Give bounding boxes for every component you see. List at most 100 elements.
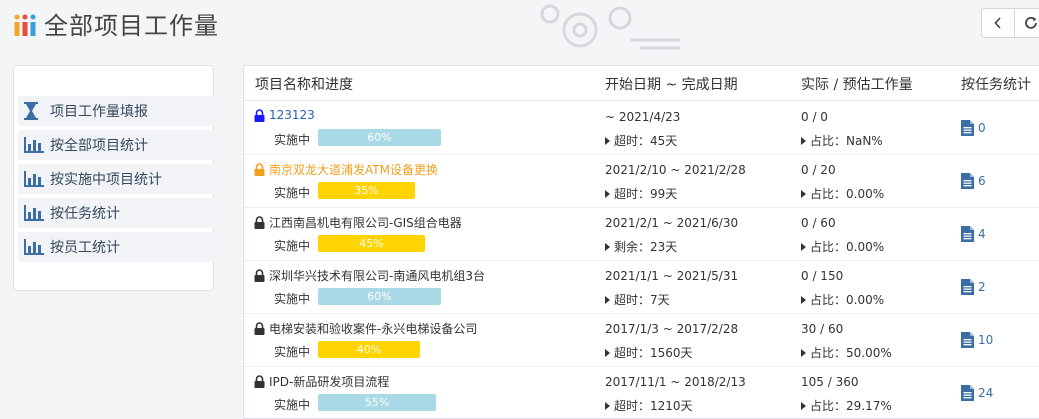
workload-value: 30 / 60 xyxy=(801,322,844,336)
project-name-cell[interactable]: 江西南昌机电有限公司-GIS组合电器 xyxy=(254,214,462,231)
progress-value: 60% xyxy=(367,290,392,303)
refresh-button[interactable] xyxy=(1014,8,1039,38)
lock-icon xyxy=(254,108,265,122)
workload-ratio: 占比：0.00% xyxy=(801,291,884,308)
project-name-cell[interactable]: 123123 xyxy=(254,108,315,122)
progress-value: 45% xyxy=(359,237,384,250)
project-name-cell[interactable]: 电梯安装和验收案件-永兴电梯设备公司 xyxy=(254,320,477,337)
table-row: 电梯安装和验收案件-永兴电梯设备公司 实施中 40% 2017/1/3 ~ 20… xyxy=(244,313,1039,367)
workload-ratio-text: 占比：0.00% xyxy=(810,240,885,254)
sidebar: 项目工作量填报 按全部项目统计 按实施中项目统计 按任务统计 按员工统计 xyxy=(13,65,214,291)
progress-bar: 45% xyxy=(318,235,425,252)
sidebar-item-workload-entry[interactable]: 项目工作量填报 xyxy=(18,96,214,126)
caret-right-icon xyxy=(605,295,610,304)
task-count-link[interactable]: 6 xyxy=(961,173,986,189)
time-status-text: 超时：1210天 xyxy=(614,399,693,413)
status-label: 实施中 xyxy=(274,345,311,359)
table-row: 深圳华兴技术有限公司-南通风电机组3台 实施中 60% 2021/1/1 ~ 2… xyxy=(244,260,1039,314)
bar-chart-icon xyxy=(24,170,46,188)
date-range: ~ 2021/4/23 xyxy=(605,110,681,124)
project-name-link[interactable]: 南京双龙大道浦发ATM设备更换 xyxy=(269,161,438,178)
workload-value: 105 / 360 xyxy=(801,375,859,389)
workload-ratio-text: 占比：0.00% xyxy=(810,293,885,307)
workload-ratio: 占比：NaN% xyxy=(801,132,883,149)
task-count-link[interactable]: 10 xyxy=(961,332,993,348)
caret-right-icon xyxy=(605,242,610,251)
workload-ratio-text: 占比：0.00% xyxy=(810,187,885,201)
refresh-icon xyxy=(1025,16,1037,29)
task-count-link[interactable]: 0 xyxy=(961,120,986,136)
sidebar-item-all-projects[interactable]: 按全部项目统计 xyxy=(18,130,214,160)
task-count-link[interactable]: 4 xyxy=(961,226,986,242)
sidebar-item-label: 项目工作量填报 xyxy=(50,104,148,120)
sidebar-item-label: 按任务统计 xyxy=(50,206,120,222)
time-status: 超时：1560天 xyxy=(605,344,693,361)
sidebar-item-by-employee[interactable]: 按员工统计 xyxy=(18,232,214,262)
caret-right-icon xyxy=(801,242,806,251)
gears-decoration xyxy=(540,4,680,50)
task-count-link[interactable]: 2 xyxy=(961,279,986,295)
stats-logo-icon xyxy=(14,14,36,36)
time-status: 剩余：23天 xyxy=(605,238,677,255)
caret-right-icon xyxy=(605,401,610,410)
caret-right-icon xyxy=(801,189,806,198)
progress-value: 55% xyxy=(364,396,390,409)
column-header-workload: 实际 / 预估工作量 xyxy=(801,77,913,93)
hourglass-icon xyxy=(24,102,46,120)
project-name-link[interactable]: 电梯安装和验收案件-永兴电梯设备公司 xyxy=(269,320,477,337)
task-count[interactable]: 24 xyxy=(978,386,993,400)
time-status: 超时：7天 xyxy=(605,291,670,308)
progress-bar: 35% xyxy=(318,182,415,199)
sidebar-item-active-projects[interactable]: 按实施中项目统计 xyxy=(18,164,214,194)
column-header-tasks: 按任务统计 xyxy=(961,77,1031,93)
workload-ratio-text: 占比：29.17% xyxy=(810,399,892,413)
sidebar-item-by-task[interactable]: 按任务统计 xyxy=(18,198,214,228)
task-count[interactable]: 0 xyxy=(978,121,986,135)
project-workload-table: 项目名称和进度 开始日期 ~ 完成日期 实际 / 预估工作量 按任务统计 123… xyxy=(243,65,1039,419)
status-label: 实施中 xyxy=(274,398,311,412)
caret-right-icon xyxy=(801,348,806,357)
time-status-text: 超时：45天 xyxy=(614,134,678,148)
sidebar-item-label: 按全部项目统计 xyxy=(50,138,148,154)
project-name-cell[interactable]: 南京双龙大道浦发ATM设备更换 xyxy=(254,161,438,178)
project-name-link[interactable]: 深圳华兴技术有限公司-南通风电机组3台 xyxy=(269,267,485,284)
date-range: 2017/11/1 ~ 2018/2/13 xyxy=(605,375,746,389)
chevron-left-icon xyxy=(994,17,1001,29)
task-count-link[interactable]: 24 xyxy=(961,385,993,401)
time-status-text: 超时：99天 xyxy=(614,187,678,201)
task-count[interactable]: 10 xyxy=(978,333,993,347)
progress-value: 60% xyxy=(367,131,392,144)
progress-bar: 60% xyxy=(318,288,441,305)
lock-icon xyxy=(254,322,265,335)
date-range: 2021/2/10 ~ 2021/2/28 xyxy=(605,163,746,177)
bar-chart-icon xyxy=(24,136,46,154)
workload-ratio: 占比：0.00% xyxy=(801,185,884,202)
workload-value: 0 / 150 xyxy=(801,269,844,283)
task-count[interactable]: 6 xyxy=(978,174,986,188)
workload-ratio: 占比：0.00% xyxy=(801,238,884,255)
document-icon xyxy=(961,226,974,242)
workload-value: 0 / 60 xyxy=(801,216,836,230)
workload-ratio-text: 占比：NaN% xyxy=(810,134,883,148)
project-name-link[interactable]: 123123 xyxy=(269,108,315,122)
progress-value: 35% xyxy=(354,184,379,197)
date-range: 2021/1/1 ~ 2021/5/31 xyxy=(605,269,739,283)
progress-bar: 60% xyxy=(318,129,441,146)
workload-ratio: 占比：50.00% xyxy=(801,344,892,361)
status-label: 实施中 xyxy=(274,133,311,147)
lock-icon xyxy=(254,269,265,282)
project-name-link[interactable]: IPD-新品研发项目流程 xyxy=(269,373,389,390)
sidebar-item-label: 按员工统计 xyxy=(50,240,120,256)
project-name-link[interactable]: 江西南昌机电有限公司-GIS组合电器 xyxy=(269,214,462,231)
task-count[interactable]: 2 xyxy=(978,280,986,294)
lock-icon xyxy=(254,375,265,388)
document-icon xyxy=(961,173,974,189)
document-icon xyxy=(961,120,974,136)
project-name-cell[interactable]: 深圳华兴技术有限公司-南通风电机组3台 xyxy=(254,267,485,284)
project-name-cell[interactable]: IPD-新品研发项目流程 xyxy=(254,373,389,390)
back-button[interactable] xyxy=(981,8,1015,38)
document-icon xyxy=(961,385,974,401)
progress-bar: 40% xyxy=(318,341,420,358)
task-count[interactable]: 4 xyxy=(978,227,986,241)
workload-ratio: 占比：29.17% xyxy=(801,397,892,414)
